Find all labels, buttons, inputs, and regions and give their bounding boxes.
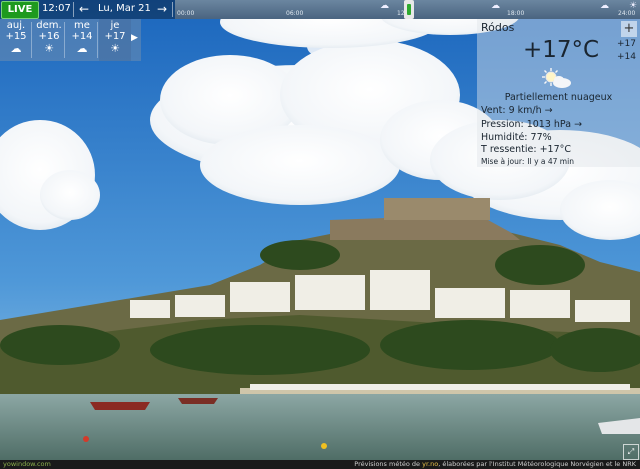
next-days-arrow-icon[interactable]: ▶ [131,33,138,43]
divider [97,22,98,58]
wind-label: Vent: [481,105,506,116]
partly-cloudy-icon [542,68,571,88]
day-timeline[interactable]: 00:00 06:00 12:00 18:00 24:00 ☁ ☁ ☁ ☀ [175,0,640,19]
timeline-tick: 18:00 [507,10,525,17]
feels-like-value: +17°C [539,144,572,155]
current-time: 12:07 [42,3,71,14]
add-location-button[interactable]: + [621,21,637,37]
sun-icon: ☀ [110,42,120,55]
day-forecast-today[interactable]: auj. +15 ☁ [0,19,32,61]
divider [31,22,32,58]
condition-text: Partiellement nuageux [504,92,613,103]
timeline-tick: 00:00 [177,10,195,17]
feels-like-label: T ressentie: [481,144,537,155]
pressure-trend-icon: → [574,119,583,130]
day-name: me [74,20,90,31]
timeline-cloud-icon: ☁ [600,1,609,11]
updated-value: Il y a 47 min [527,157,574,166]
timeline-tick: 24:00 [618,10,636,17]
humidity-label: Humidité: [481,132,528,143]
divider [64,22,65,58]
day-forecast-wednesday[interactable]: me +14 ☁ [66,19,98,61]
current-temperature: +17°C [523,37,600,63]
day-name: auj. [6,20,26,31]
timeline-cloud-icon: ☁ [491,1,500,11]
timeline-cloud-icon: ☁ [380,1,389,11]
low-temperature: +14 [617,52,636,62]
location-name[interactable]: Ródos [481,21,514,34]
pressure-label: Pression: [481,119,524,130]
day-name: je [110,20,120,31]
fullscreen-icon[interactable]: ⤢ [623,444,639,460]
live-button[interactable]: LIVE [1,1,39,19]
divider [172,2,173,17]
updated-row: Mise à jour: Il y a 47 min [481,156,574,167]
credit-prefix: Prévisions météo de [354,460,421,468]
humidity-row: Humidité: 77% [481,132,552,143]
timeline-tick: 06:00 [286,10,304,17]
updated-label: Mise à jour: [481,157,525,166]
high-temperature: +17 [617,39,636,49]
top-timeline-bar: LIVE 12:07 ← Lu, Mar 21 → 00:00 06:00 12… [0,0,640,19]
timeline-sun-icon: ☀ [629,1,638,11]
wind-value: 9 km/h [508,105,542,116]
pressure-value: 1013 hPa [526,119,572,130]
day-forecast-thursday[interactable]: je +17 ☀ [99,19,131,61]
sun-icon: ☀ [44,42,54,55]
timeline-cursor-handle[interactable] [404,0,414,19]
current-date: Lu, Mar 21 [98,3,151,14]
rain-cloud-icon: ☁ [10,42,22,55]
day-name: dem. [36,20,62,31]
day-forecast-tomorrow[interactable]: dem. +16 ☀ [33,19,65,61]
cloud-icon: ☁ [76,42,88,55]
divider [73,2,74,17]
credit-source-link[interactable]: yr.no [422,460,438,468]
brand-link[interactable]: yowindow.com [3,460,51,469]
daily-forecast-strip: auj. +15 ☁ dem. +16 ☀ me +14 ☁ je +17 ☀ … [0,19,141,61]
footer-bar: yowindow.com Prévisions météo de yr.no, … [0,460,640,469]
wind-row: Vent: 9 km/h → [481,105,553,116]
previous-day-arrow-icon[interactable]: ← [76,1,92,17]
feels-like-row: T ressentie: +17°C [481,144,571,155]
pressure-row: Pression: 1013 hPa → [481,119,582,130]
humidity-value: 77% [530,132,552,143]
next-day-arrow-icon[interactable]: → [154,1,170,17]
forecast-credit: Prévisions météo de yr.no, élaborées par… [354,460,636,469]
credit-suffix: , élaborées par l'Institut Météorologiqu… [438,460,636,468]
wind-direction-icon: → [544,105,553,116]
current-conditions-panel: Ródos +17°C +17 +14 Partiellement nuageu… [477,19,640,167]
